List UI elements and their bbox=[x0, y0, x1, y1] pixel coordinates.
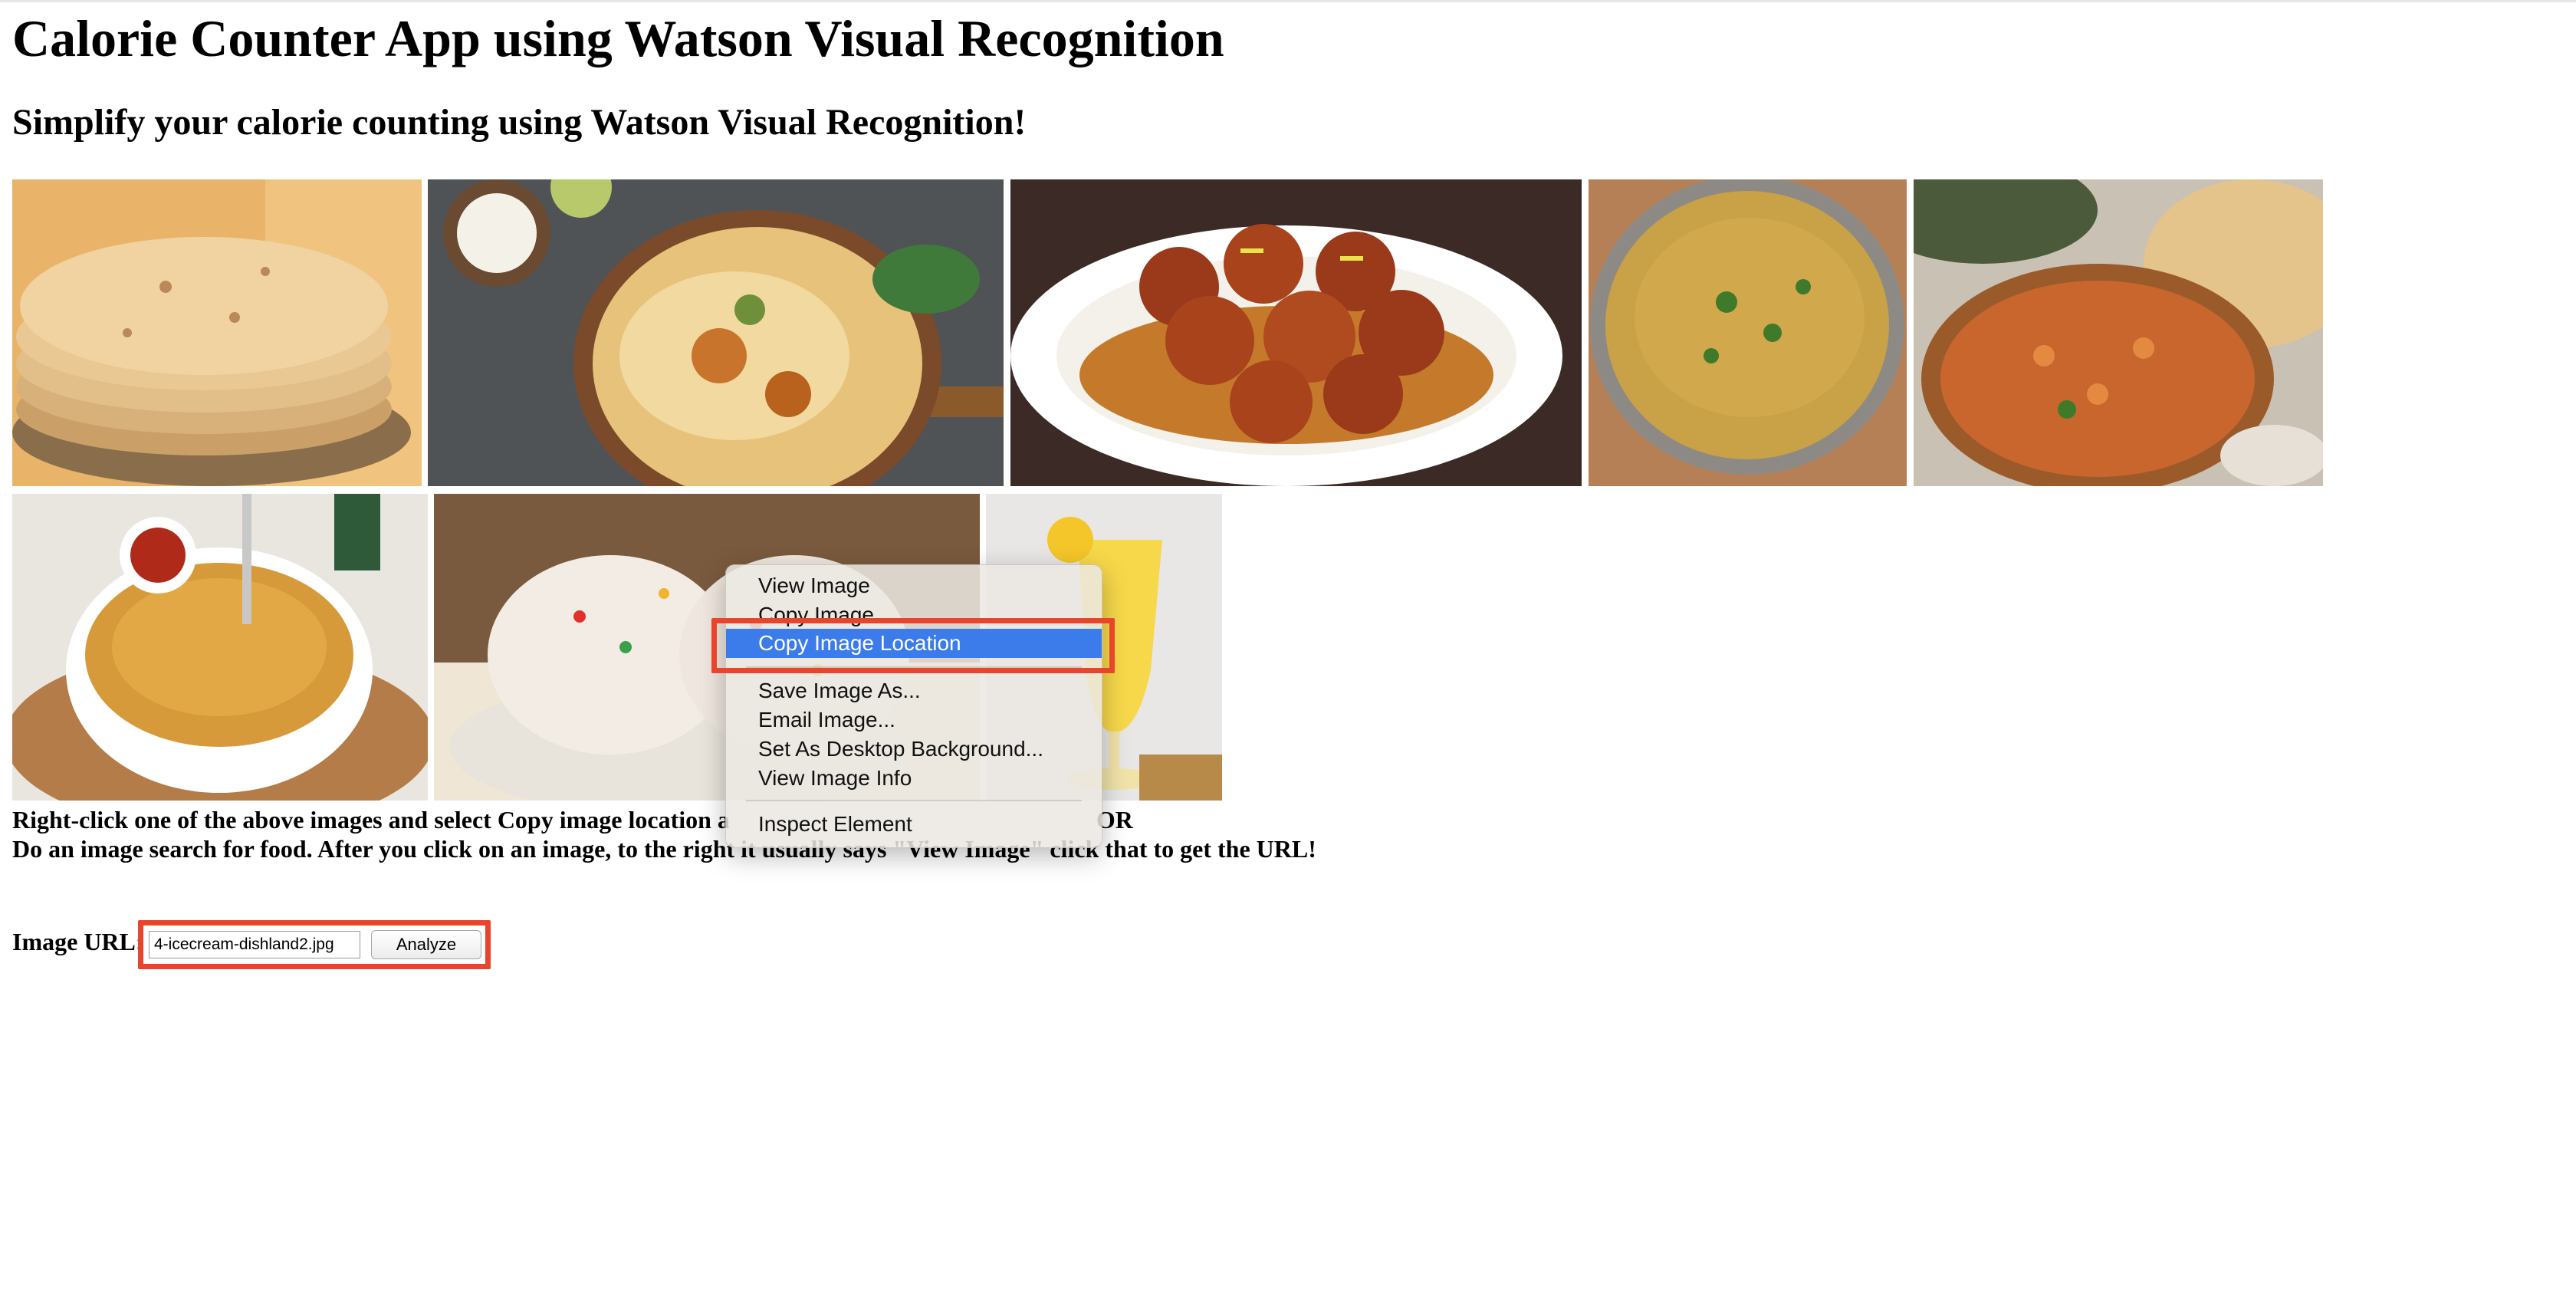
menu-item-view-image[interactable]: View Image bbox=[726, 571, 1102, 600]
context-menu: View Image Copy Image Copy Image Locatio… bbox=[725, 564, 1102, 848]
menu-highlight-box bbox=[711, 618, 1115, 673]
biryani-image[interactable] bbox=[428, 179, 1004, 486]
page-title: Calorie Counter App using Watson Visual … bbox=[12, 9, 1224, 67]
gulab-jamun-image[interactable] bbox=[1010, 179, 1582, 486]
noodles-image[interactable] bbox=[12, 494, 428, 801]
menu-item-email-image[interactable]: Email Image... bbox=[726, 705, 1102, 735]
dal-image[interactable] bbox=[1589, 179, 1907, 486]
menu-item-inspect-element[interactable]: Inspect Element bbox=[726, 810, 1102, 839]
image-url-input[interactable]: 4-icecream-dishland2.jpg bbox=[149, 931, 360, 958]
menu-item-set-desktop-background[interactable]: Set As Desktop Background... bbox=[726, 735, 1102, 764]
instruction-line-2: Do an image search for food. After you c… bbox=[12, 835, 1316, 863]
menu-item-save-image-as[interactable]: Save Image As... bbox=[726, 676, 1102, 705]
image-url-label: Image URL: bbox=[12, 928, 144, 955]
page-subtitle: Simplify your calorie counting using Wat… bbox=[12, 102, 1027, 143]
instructions: Right-click one of the above images and … bbox=[12, 805, 1316, 863]
chole-naan-image[interactable] bbox=[1914, 179, 2323, 486]
menu-item-view-image-info[interactable]: View Image Info bbox=[726, 764, 1102, 793]
analyze-button[interactable]: Analyze bbox=[371, 930, 481, 959]
chapati-image[interactable] bbox=[12, 179, 422, 486]
menu-separator bbox=[746, 800, 1082, 801]
instruction-line-1: Right-click one of the above images and … bbox=[12, 806, 730, 833]
top-border bbox=[0, 0, 2576, 2]
